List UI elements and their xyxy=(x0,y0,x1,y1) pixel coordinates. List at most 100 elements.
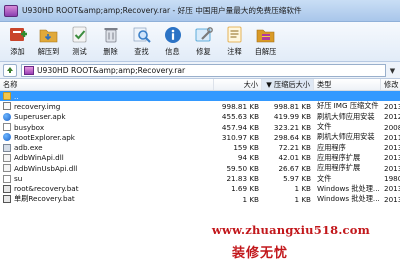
self-extract-button[interactable]: 自解压 xyxy=(250,22,281,62)
bat-icon xyxy=(3,185,11,193)
file-row[interactable]: AdbWinUsbApi.dll 59.50 KB 26.67 KB 应用程序扩… xyxy=(0,163,400,173)
file-name-cell: 单刷Recovery.bat xyxy=(0,194,214,204)
add-archive-icon xyxy=(8,25,28,44)
file-packed-size: 298.64 KB xyxy=(262,133,314,142)
file-name-cell: AdbWinUsbApi.dll xyxy=(0,164,214,173)
file-size: 1 KB xyxy=(214,195,262,204)
file-type: 应用程序扩展 xyxy=(314,163,381,173)
file-icon xyxy=(3,175,11,183)
file-row[interactable]: adb.exe 159 KB 72.21 KB 应用程序 2013-01-13 xyxy=(0,142,400,152)
watermark-name: 装修无忧 xyxy=(232,242,288,261)
test-icon xyxy=(70,25,90,44)
info-button[interactable]: 信息 xyxy=(157,22,188,62)
column-header-packed-size[interactable]: ▼ 压缩后大小 xyxy=(262,79,314,90)
file-name-cell: Superuser.apk xyxy=(0,112,214,121)
file-size: 1.69 KB xyxy=(214,184,262,193)
sort-desc-icon: ▼ xyxy=(266,80,274,89)
column-header-size[interactable]: 大小 xyxy=(214,79,262,90)
delete-icon xyxy=(101,25,121,44)
column-header-modified[interactable]: 修改 xyxy=(381,79,400,90)
up-folder-button[interactable] xyxy=(3,64,17,77)
find-button[interactable]: 查找 xyxy=(126,22,157,62)
file-modified: 2012-04-06 xyxy=(381,112,400,121)
extract-to-button-label: 解压到 xyxy=(38,47,60,57)
find-icon xyxy=(132,25,152,44)
watermark: www.zhuangxiu518.com 装修无忧 xyxy=(0,214,400,265)
file-name-cell: root&recovery.bat xyxy=(0,184,214,193)
file-row[interactable]: root&recovery.bat 1.69 KB 1 KB Windows 批… xyxy=(0,184,400,194)
delete-button-label: 删除 xyxy=(103,47,117,57)
self-extract-button-label: 自解压 xyxy=(255,47,277,57)
file-packed-size: 1 KB xyxy=(262,184,314,193)
file-modified: 2013-01-13 xyxy=(381,143,400,152)
file-name: root&recovery.bat xyxy=(14,184,79,193)
self-extract-icon xyxy=(256,25,276,44)
dll-icon xyxy=(3,164,11,172)
file-name-cell: busybox xyxy=(0,123,214,132)
address-field[interactable]: U930HD ROOT&amp;amp;Recovery.rar xyxy=(21,64,386,77)
file-size: 455.63 KB xyxy=(214,112,262,121)
file-packed-size: 72.21 KB xyxy=(262,143,314,152)
file-type: 应用程序 xyxy=(314,143,381,153)
file-modified: 2011-04-25 xyxy=(381,133,400,142)
test-button-label: 测试 xyxy=(72,47,86,57)
file-packed-size: 419.99 KB xyxy=(262,112,314,121)
exe-icon xyxy=(3,144,11,152)
address-dropdown-icon[interactable]: ▼ xyxy=(387,64,398,77)
comment-button-label: 注释 xyxy=(227,47,241,57)
file-name: recovery.img xyxy=(14,102,60,111)
file-type: 刷机大师应用安装 xyxy=(314,132,381,142)
repair-icon xyxy=(194,25,214,44)
repair-button-label: 修复 xyxy=(196,47,210,57)
file-list-header: 名称 大小 ▼ 压缩后大小 类型 修改 xyxy=(0,79,400,91)
comment-button[interactable]: 注释 xyxy=(219,22,250,62)
file-row[interactable]: 单刷Recovery.bat 1 KB 1 KB Windows 批处理... … xyxy=(0,194,400,204)
file-name: 单刷Recovery.bat xyxy=(14,194,75,204)
file-name: busybox xyxy=(14,123,44,132)
apk-icon xyxy=(3,113,11,121)
file-size: 159 KB xyxy=(214,143,262,152)
file-name-cell: su xyxy=(0,174,214,183)
add-button[interactable]: 添加 xyxy=(2,22,33,62)
extract-to-button[interactable]: 解压到 xyxy=(33,22,64,62)
up-arrow-icon xyxy=(6,66,14,74)
file-row[interactable]: busybox 457.94 KB 323.21 KB 文件 2008-02-2… xyxy=(0,122,400,132)
window-title: U930HD ROOT&amp;amp;Recovery.rar - 好压 中国… xyxy=(22,5,302,16)
file-packed-size: 42.01 KB xyxy=(262,153,314,162)
file-name-cell: recovery.img xyxy=(0,102,214,111)
address-path: U930HD ROOT&amp;amp;Recovery.rar xyxy=(37,66,185,75)
folder-up-icon xyxy=(3,92,11,100)
file-modified: 1980-01-06 xyxy=(381,174,400,183)
test-button[interactable]: 测试 xyxy=(64,22,95,62)
file-row[interactable]: .. xyxy=(0,91,400,101)
file-row[interactable]: RootExplorer.apk 310.97 KB 298.64 KB 刷机大… xyxy=(0,132,400,142)
file-name: su xyxy=(14,174,22,183)
file-name: adb.exe xyxy=(14,143,43,152)
bat-icon xyxy=(3,195,11,203)
apk-icon xyxy=(3,133,11,141)
file-name-cell: RootExplorer.apk xyxy=(0,133,214,142)
file-packed-size: 1 KB xyxy=(262,195,314,204)
column-header-type[interactable]: 类型 xyxy=(314,79,381,90)
delete-button[interactable]: 删除 xyxy=(95,22,126,62)
file-row[interactable]: AdbWinApi.dll 94 KB 42.01 KB 应用程序扩展 2013… xyxy=(0,153,400,163)
file-type: 应用程序扩展 xyxy=(314,153,381,163)
file-type: Windows 批处理... xyxy=(314,194,381,204)
address-bar: U930HD ROOT&amp;amp;Recovery.rar ▼ xyxy=(0,62,400,79)
file-name: AdbWinApi.dll xyxy=(14,153,64,162)
file-name: .. xyxy=(14,92,19,101)
file-size: 457.94 KB xyxy=(214,123,262,132)
file-type: 文件 xyxy=(314,174,381,184)
repair-button[interactable]: 修复 xyxy=(188,22,219,62)
watermark-url: www.zhuangxiu518.com xyxy=(212,223,370,237)
file-size: 59.50 KB xyxy=(214,164,262,173)
column-header-name[interactable]: 名称 xyxy=(0,79,214,90)
file-row[interactable]: su 21.83 KB 5.97 KB 文件 1980-01-06 xyxy=(0,173,400,183)
file-type: 刷机大师应用安装 xyxy=(314,112,381,122)
haozip-app-icon xyxy=(4,5,18,17)
dll-icon xyxy=(3,154,11,162)
file-row[interactable]: Superuser.apk 455.63 KB 419.99 KB 刷机大师应用… xyxy=(0,112,400,122)
title-bar: U930HD ROOT&amp;amp;Recovery.rar - 好压 中国… xyxy=(0,0,400,22)
file-icon xyxy=(3,123,11,131)
file-row[interactable]: recovery.img 998.81 KB 998.81 KB 好压 IMG … xyxy=(0,101,400,111)
